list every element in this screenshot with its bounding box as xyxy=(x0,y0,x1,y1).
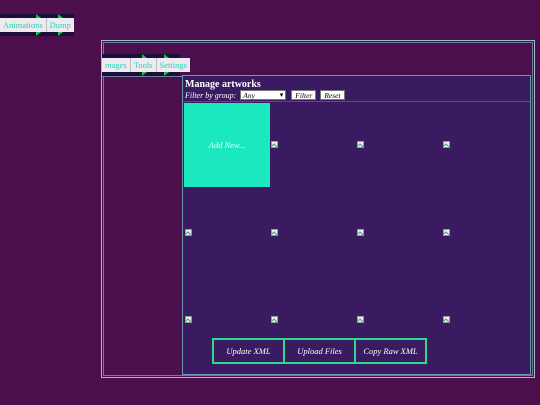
artwork-tile[interactable] xyxy=(357,229,364,236)
sub-menu-item-tools[interactable]: Tools xyxy=(131,58,157,72)
top-menu-item-dump[interactable]: Dump xyxy=(47,18,74,32)
add-new-tile[interactable]: Add New... xyxy=(184,103,270,187)
broken-image-icon xyxy=(357,316,364,323)
artwork-tile[interactable] xyxy=(271,229,278,236)
upload-files-button[interactable]: Upload Files xyxy=(285,340,356,362)
broken-image-icon xyxy=(271,229,278,236)
broken-image-icon xyxy=(271,141,278,148)
update-xml-button[interactable]: Update XML xyxy=(214,340,285,362)
artwork-tile[interactable] xyxy=(443,316,450,323)
sub-menu-item-images[interactable]: mages xyxy=(102,58,131,72)
sidebar-divider xyxy=(102,76,182,77)
artwork-tile[interactable] xyxy=(185,316,192,323)
top-menu: Animations Dump xyxy=(0,14,74,36)
broken-image-icon xyxy=(357,141,364,148)
artwork-tile[interactable] xyxy=(271,316,278,323)
group-select-value: Any xyxy=(243,91,255,100)
top-menu-items: Animations Dump xyxy=(0,18,74,32)
action-bar: Update XML Upload Files Copy Raw XML xyxy=(212,338,427,364)
broken-image-icon xyxy=(443,141,450,148)
artwork-tile[interactable] xyxy=(443,229,450,236)
broken-image-icon xyxy=(185,229,192,236)
main-window: mages Tools Settings Manage artworks Fil… xyxy=(101,40,535,378)
artwork-tile[interactable] xyxy=(271,141,278,148)
broken-image-icon xyxy=(443,316,450,323)
broken-image-icon xyxy=(271,316,278,323)
artwork-tile[interactable] xyxy=(357,316,364,323)
artworks-panel: Manage artworks Filter by group: Any ▾ F… xyxy=(182,75,531,375)
artwork-tile[interactable] xyxy=(443,141,450,148)
filter-row: Filter by group: Any ▾ Filter Reset xyxy=(185,89,349,101)
group-select[interactable]: Any ▾ xyxy=(240,90,287,100)
broken-image-icon xyxy=(443,229,450,236)
top-menu-item-animations[interactable]: Animations xyxy=(0,18,47,32)
filter-label: Filter by group: xyxy=(185,90,237,100)
panel-divider xyxy=(183,101,530,102)
sub-menu-items: mages Tools Settings xyxy=(102,58,190,72)
artwork-tile[interactable] xyxy=(185,229,192,236)
chevron-down-icon: ▾ xyxy=(279,91,284,99)
sub-menu: mages Tools Settings xyxy=(102,54,190,76)
broken-image-icon xyxy=(357,229,364,236)
artwork-tile[interactable] xyxy=(357,141,364,148)
broken-image-icon xyxy=(185,316,192,323)
filter-button[interactable]: Filter xyxy=(291,90,317,100)
copy-raw-xml-button[interactable]: Copy Raw XML xyxy=(356,340,425,362)
sub-menu-item-settings[interactable]: Settings xyxy=(157,58,190,72)
reset-button[interactable]: Reset xyxy=(320,90,345,100)
